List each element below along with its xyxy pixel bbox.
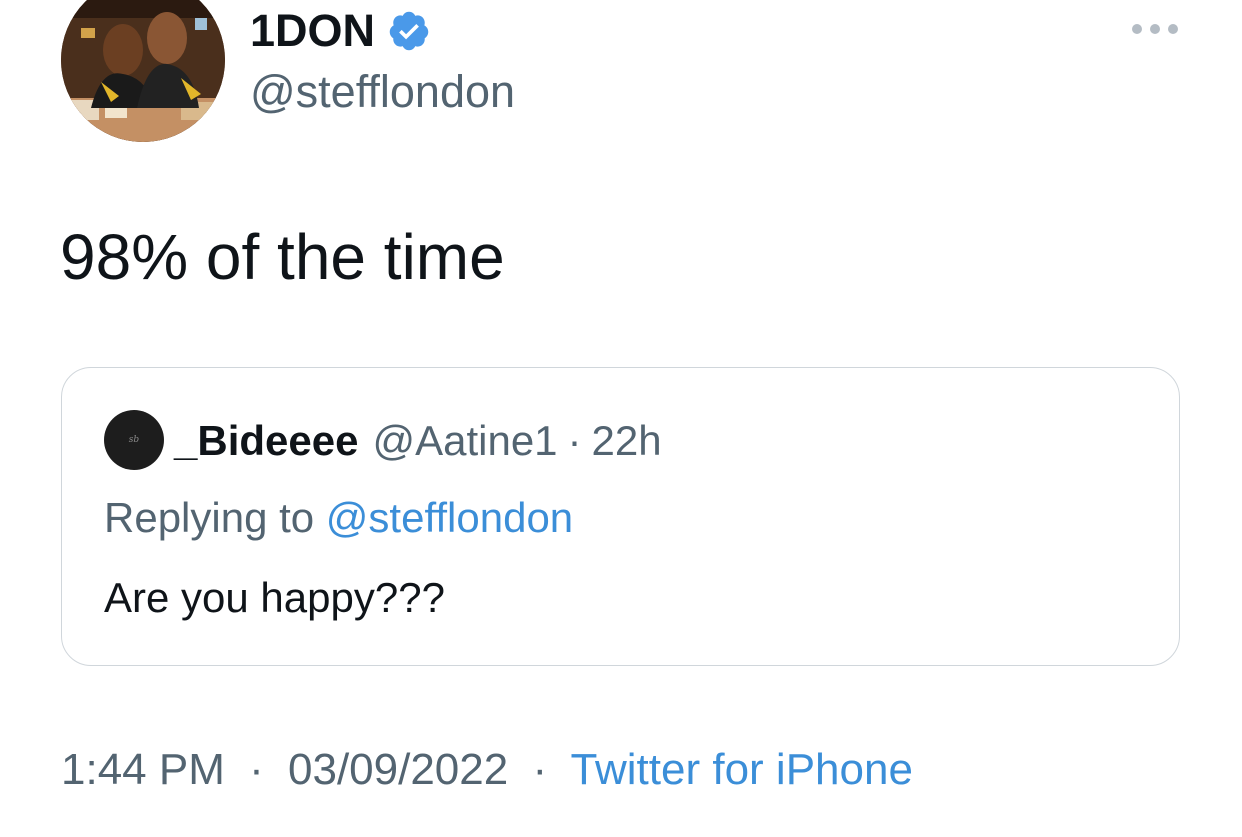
more-horizontal-icon-dot [1168,24,1178,34]
tweet-source-link[interactable]: Twitter for iPhone [571,745,913,794]
tweet-text: 98% of the time [60,221,505,293]
tweet-time[interactable]: 1:44 PM [61,745,225,794]
avatar-logo-icon: sb [128,435,140,445]
tweet-date[interactable]: 03/09/2022 [288,745,508,794]
quoted-author-avatar[interactable]: sb [104,410,164,470]
quoted-handle[interactable]: @Aatine1 [372,417,557,465]
separator-dot: · [532,745,548,794]
more-horizontal-icon-dot [1132,24,1142,34]
quoted-tweet-header: _Bideeee @Aatine1 · 22h [174,416,662,466]
author-avatar[interactable] [61,0,225,142]
author-display-name[interactable]: 1DON [250,5,375,57]
quoted-display-name[interactable]: _Bideeee [174,417,358,465]
separator-dot: · [567,417,582,464]
author-name-row: 1DON [250,5,431,57]
more-horizontal-icon-dot [1150,24,1160,34]
replying-label: Replying to [104,494,315,541]
separator-dot: · [249,745,264,794]
profile-photo [61,0,225,142]
verified-badge-icon [387,9,431,53]
quoted-tweet-age[interactable]: 22h [592,417,662,465]
quoted-tweet-text: Are you happy??? [104,574,445,621]
more-options-button[interactable] [1132,20,1178,38]
author-handle[interactable]: @stefflondon [250,66,515,118]
replying-to-mention-link[interactable]: @stefflondon [326,494,573,541]
tweet-metadata: 1:44 PM · 03/09/2022 · Twitter for iPhon… [61,745,913,795]
quoted-tweet-card[interactable]: sb _Bideeee @Aatine1 · 22h Replying to @… [61,367,1180,666]
replying-to-line: Replying to @stefflondon [104,494,573,542]
